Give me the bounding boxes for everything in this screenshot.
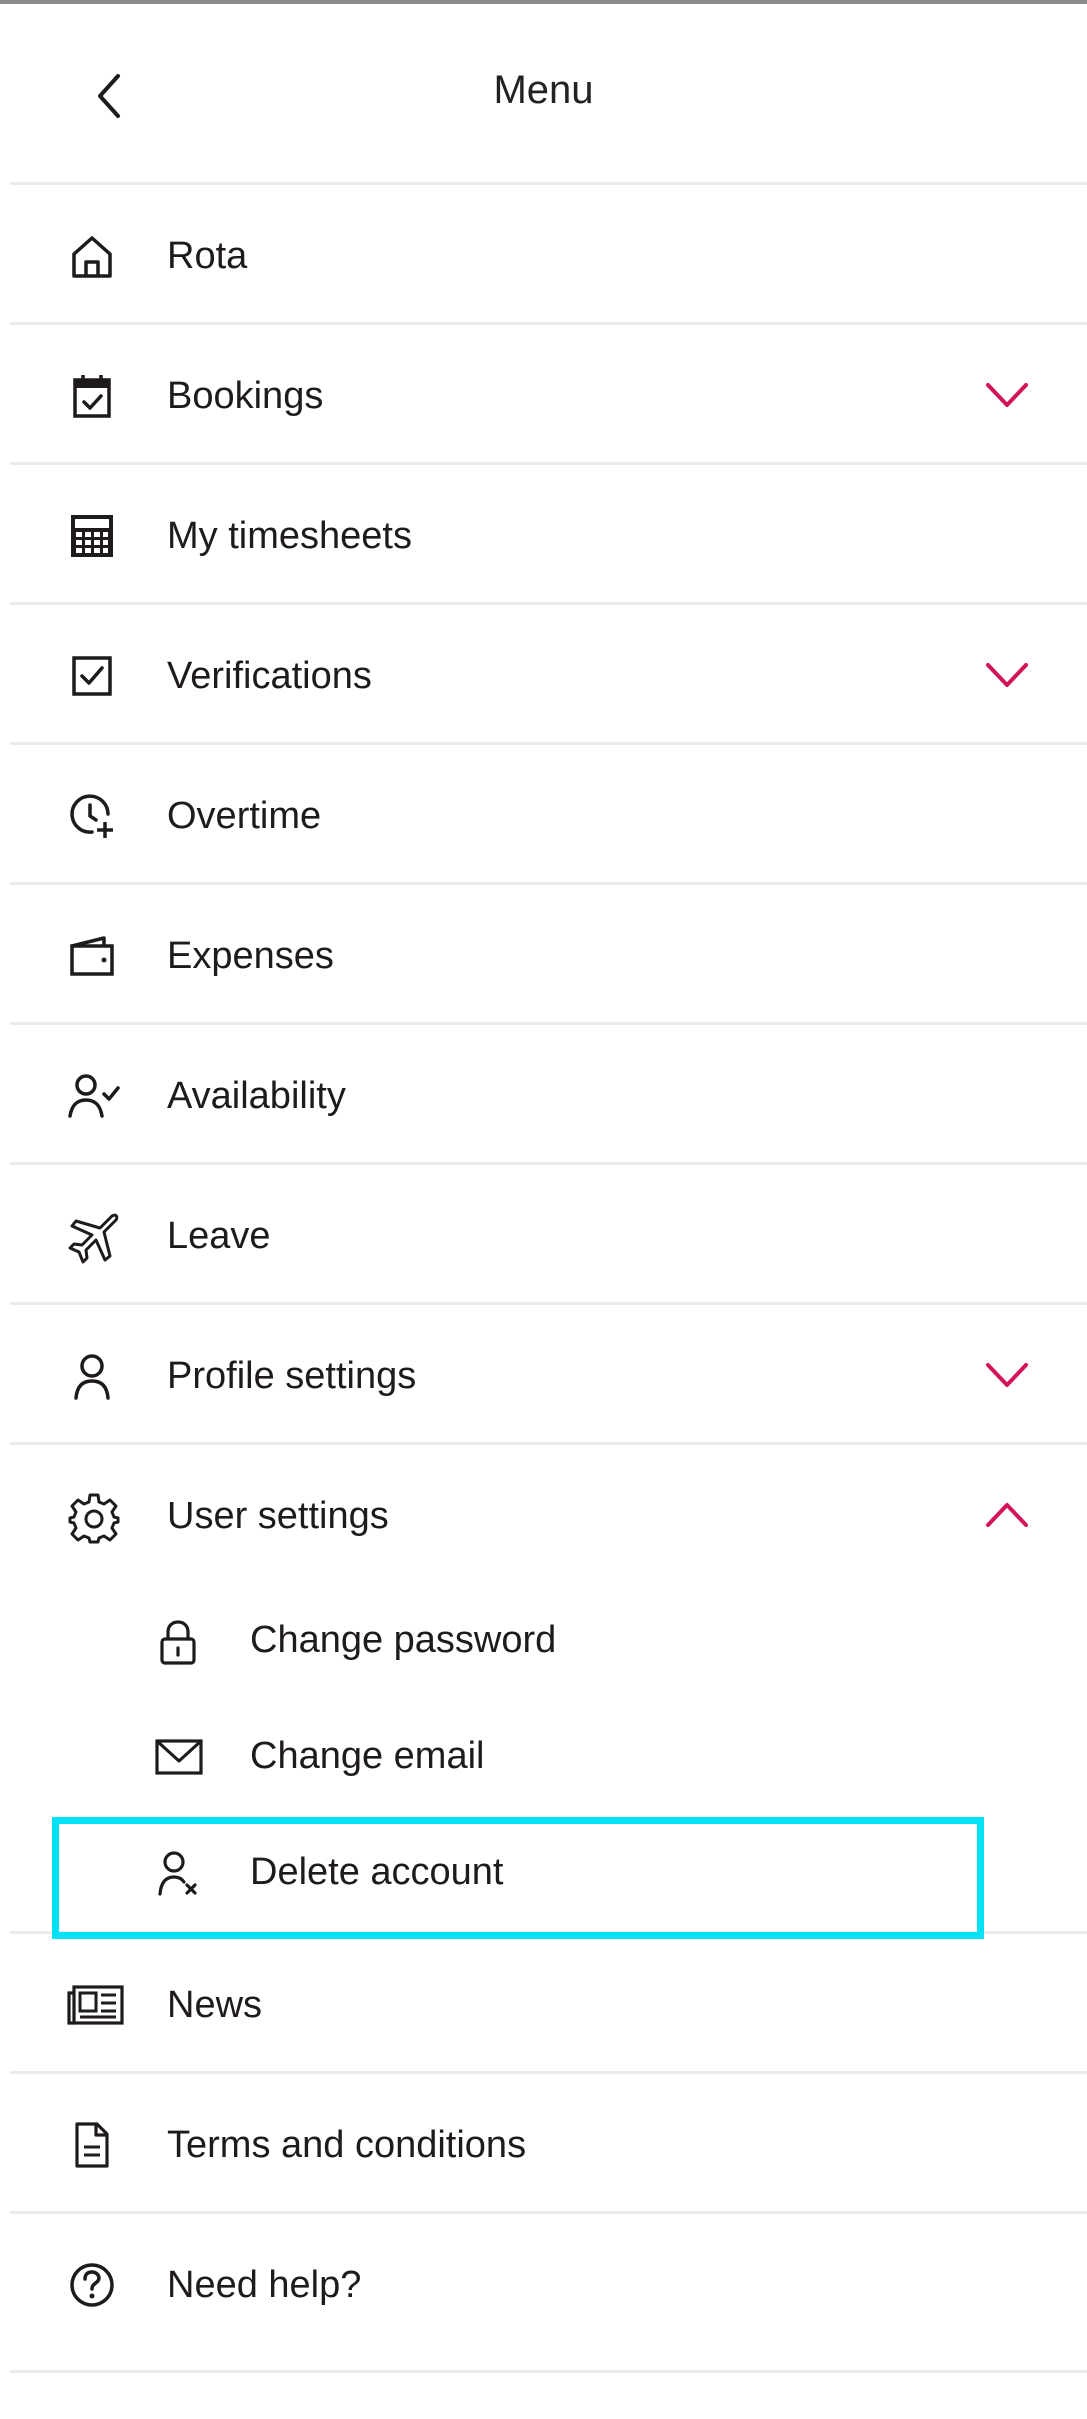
submenu-item-change-password[interactable]: Change password (10, 1583, 1087, 1699)
menu-item-need-help[interactable]: Need help? (10, 2211, 1087, 2351)
submenu-item-label: Change password (250, 1619, 557, 1661)
menu-item-expenses[interactable]: Expenses (10, 882, 1087, 1022)
menu-item-leave[interactable]: Leave (10, 1162, 1087, 1302)
mail-icon (154, 1733, 203, 1781)
menu-item-label: Verifications (167, 655, 372, 697)
menu-list: Rota Bookings My timesheets Verification… (10, 182, 1087, 2351)
menu-item-verifications[interactable]: Verifications (10, 602, 1087, 742)
menu-item-label: My timesheets (167, 515, 412, 557)
wallet-icon (68, 932, 116, 980)
menu-item-label: Terms and conditions (167, 2124, 527, 2166)
home-icon (68, 232, 116, 280)
divider (10, 2370, 1087, 2373)
clock-plus-icon (68, 792, 116, 840)
menu-item-user-settings[interactable]: User settings (10, 1442, 1087, 1583)
menu-item-label: Expenses (167, 935, 334, 977)
menu-item-label: Need help? (167, 2264, 362, 2306)
chevron-down-icon[interactable] (985, 1355, 1029, 1395)
gear-icon (68, 1492, 120, 1544)
user-check-icon (68, 1072, 120, 1120)
submenu-item-label: Delete account (250, 1851, 504, 1893)
menu-item-overtime[interactable]: Overtime (10, 742, 1087, 882)
header: Menu (0, 4, 1087, 182)
menu-item-profile-settings[interactable]: Profile settings (10, 1302, 1087, 1442)
menu-item-label: News (167, 1984, 263, 2026)
menu-item-my-timesheets[interactable]: My timesheets (10, 462, 1087, 602)
help-circle-icon (68, 2261, 116, 2309)
menu-item-rota[interactable]: Rota (10, 182, 1087, 322)
menu-item-label: Availability (167, 1075, 346, 1117)
document-icon (68, 2121, 116, 2169)
submenu-item-delete-account[interactable]: Delete account (10, 1815, 1087, 1931)
app-screen: Menu Rota Bookings My timesheets Verific… (0, 0, 1087, 2419)
newspaper-icon (66, 1981, 126, 2029)
submenu-item-change-email[interactable]: Change email (10, 1699, 1087, 1815)
chevron-down-icon[interactable] (985, 655, 1029, 695)
menu-item-label: Leave (167, 1215, 271, 1257)
chevron-up-icon[interactable] (985, 1495, 1029, 1535)
menu-item-bookings[interactable]: Bookings (10, 322, 1087, 462)
lock-icon (154, 1617, 202, 1665)
user-settings-submenu: Change password Change email Delete acco… (10, 1583, 1087, 1931)
menu-item-availability[interactable]: Availability (10, 1022, 1087, 1162)
checkbox-icon (68, 652, 116, 700)
calendar-check-icon (68, 372, 116, 420)
menu-item-terms[interactable]: Terms and conditions (10, 2071, 1087, 2211)
submenu-item-label: Change email (250, 1735, 485, 1777)
page-title: Menu (493, 68, 594, 112)
user-x-icon (154, 1849, 202, 1897)
menu-item-label: Bookings (167, 375, 324, 417)
menu-item-label: Profile settings (167, 1355, 417, 1397)
chevron-down-icon[interactable] (985, 375, 1029, 415)
user-icon (68, 1352, 116, 1400)
menu-item-label: Overtime (167, 795, 322, 837)
calculator-icon (68, 512, 116, 560)
menu-item-label: Rota (167, 235, 248, 277)
menu-item-news[interactable]: News (10, 1931, 1087, 2071)
menu-item-label: User settings (167, 1495, 389, 1537)
plane-icon (68, 1212, 119, 1264)
